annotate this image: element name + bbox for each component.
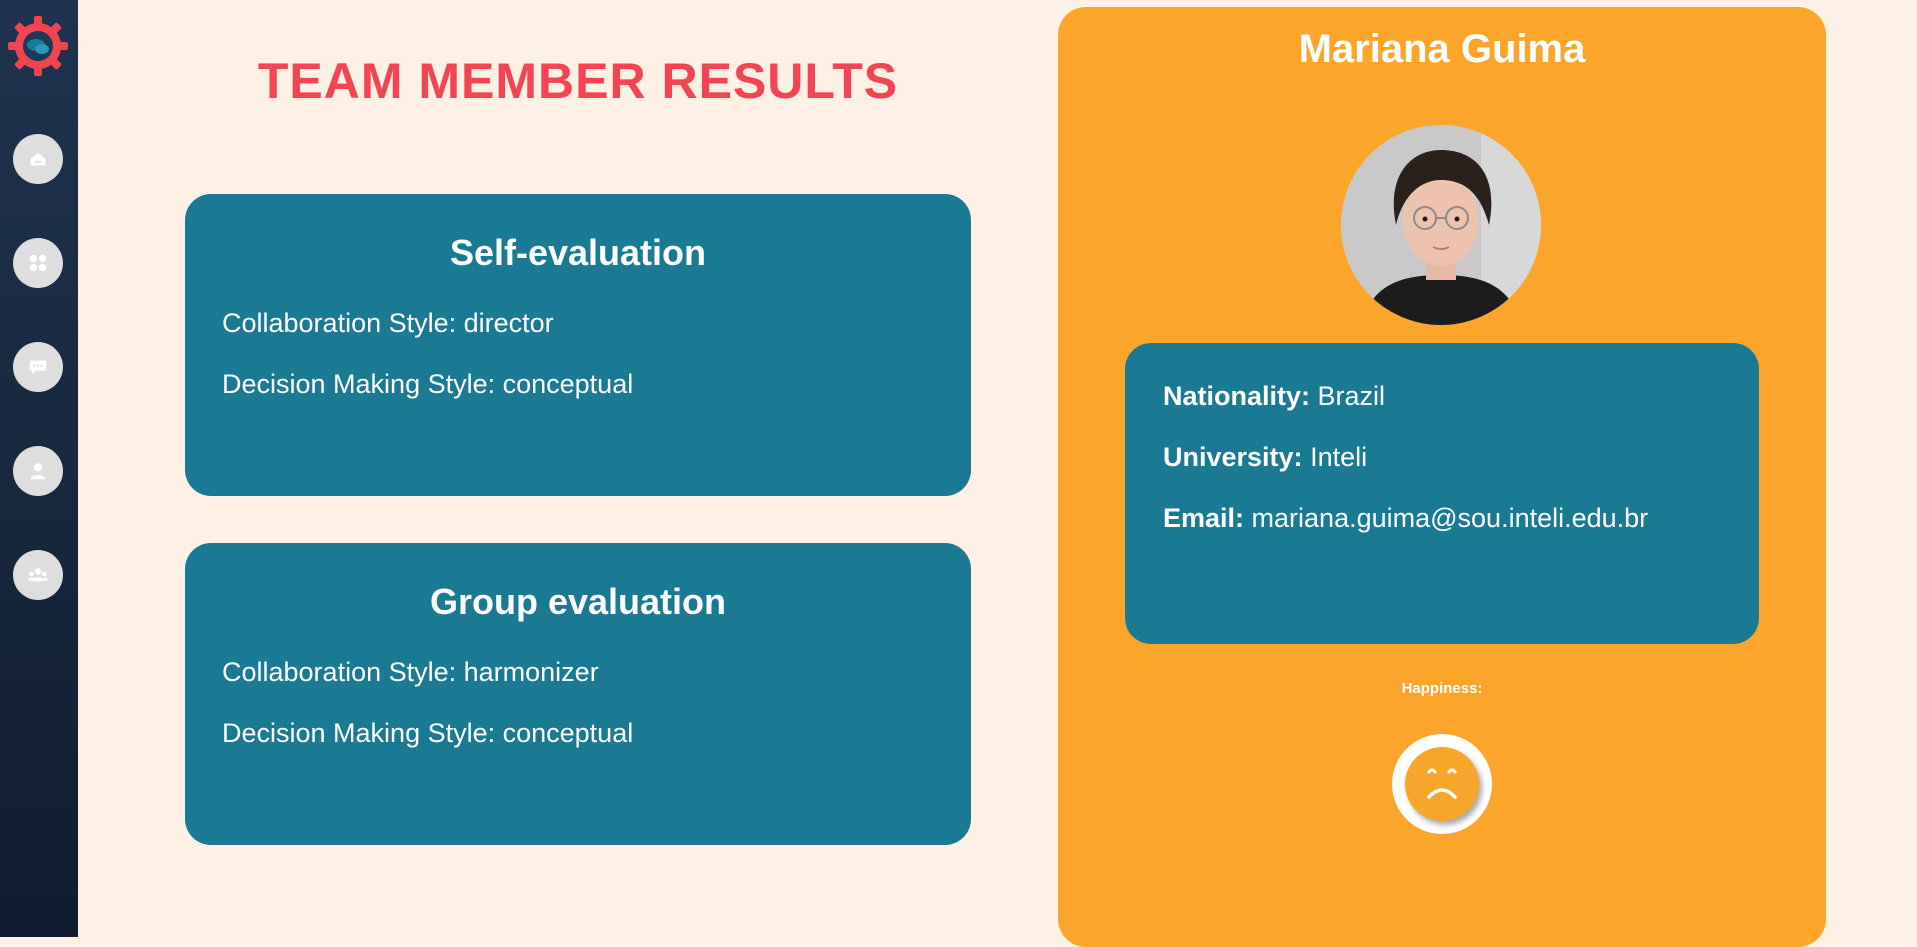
- nationality-label: Nationality:: [1163, 381, 1311, 411]
- self-decision-style: Decision Making Style: conceptual: [222, 369, 634, 399]
- page-title: TEAM MEMBER RESULTS: [257, 53, 899, 109]
- sidebar: [0, 0, 78, 937]
- sidebar-item-grid[interactable]: [13, 238, 63, 288]
- sidebar-item-team[interactable]: [13, 550, 63, 600]
- profile-name: Mariana Guima: [1298, 27, 1586, 71]
- nationality-row: Nationality: Brazil: [1163, 381, 1385, 412]
- nationality-value: Brazil: [1317, 381, 1386, 411]
- self-collaboration-style: Collaboration Style: director: [222, 308, 554, 338]
- self-evaluation-title: Self-evaluation: [449, 232, 707, 273]
- sidebar-item-profile[interactable]: [13, 446, 63, 496]
- chat-icon: [29, 360, 47, 375]
- university-row: University: Inteli: [1163, 442, 1367, 473]
- email-row: Email: mariana.guima@sou.inteli.edu.br: [1163, 503, 1648, 534]
- self-evaluation-card: Self-evaluation Collaboration Style: dir…: [185, 194, 971, 496]
- gear-chat-logo-icon[interactable]: [6, 14, 70, 78]
- sad-face-icon: [1405, 747, 1479, 821]
- grid-icon: [29, 254, 47, 272]
- group-evaluation-title: Group evaluation: [429, 581, 727, 622]
- profile-panel: Mariana Guima Nationality: Brazil Univer…: [1058, 7, 1826, 947]
- university-value: Inteli: [1310, 442, 1368, 472]
- email-label: Email:: [1163, 503, 1245, 533]
- team-icon: [27, 568, 49, 582]
- group-decision-style: Decision Making Style: conceptual: [222, 718, 634, 748]
- sidebar-item-home[interactable]: [13, 134, 63, 184]
- user-icon: [30, 463, 46, 480]
- group-collaboration-style: Collaboration Style: harmonizer: [222, 657, 599, 687]
- home-icon: [30, 152, 46, 166]
- group-evaluation-card: Group evaluation Collaboration Style: ha…: [185, 543, 971, 845]
- happiness-label: Happiness:: [1401, 680, 1483, 697]
- profile-info-box: Nationality: Brazil University: Inteli E…: [1125, 343, 1759, 644]
- mood-indicator: [1392, 734, 1492, 834]
- sidebar-item-chat[interactable]: [13, 342, 63, 392]
- university-label: University:: [1163, 442, 1303, 472]
- email-value: mariana.guima@sou.inteli.edu.br: [1251, 503, 1649, 533]
- avatar: [1341, 125, 1541, 325]
